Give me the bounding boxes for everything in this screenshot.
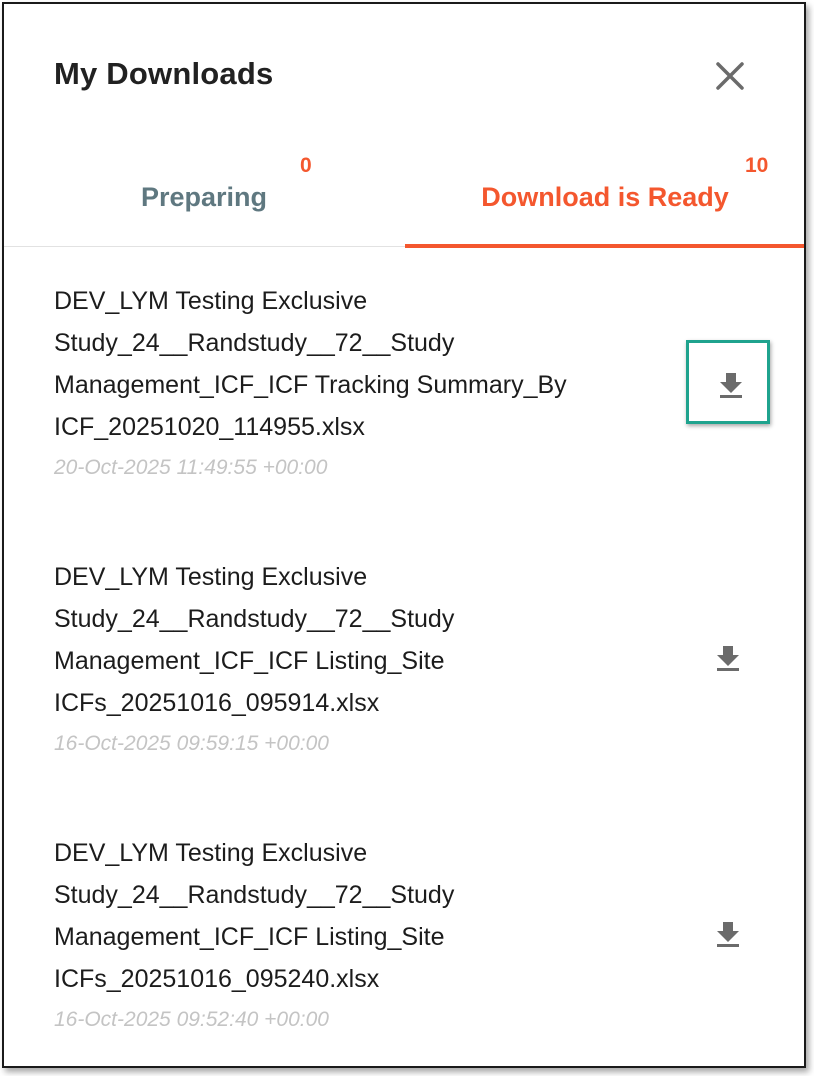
download-icon [717, 922, 739, 947]
tab-preparing-count: 0 [300, 154, 312, 177]
close-icon [716, 62, 744, 90]
download-file-name: DEV_LYM Testing Exclusive Study_24__Rand… [54, 287, 567, 441]
list-item: DEV_LYM Testing Exclusive Study_24__Rand… [4, 248, 804, 524]
tab-ready-count: 10 [745, 154, 769, 177]
downloads-panel: My Downloads 0 Preparing 10 Download is … [2, 2, 806, 1068]
download-icon [717, 646, 739, 671]
tab-download-ready[interactable]: 10 Download is Ready [405, 144, 804, 248]
tab-bar: 0 Preparing 10 Download is Ready [4, 144, 804, 248]
download-icon [720, 373, 742, 398]
download-timestamp: 16-Oct-2025 09:59:15 +00:00 [54, 732, 329, 755]
download-timestamp: 20-Oct-2025 11:49:55 +00:00 [54, 456, 328, 479]
download-timestamp: 16-Oct-2025 09:52:40 +00:00 [54, 1008, 329, 1031]
download-button[interactable] [686, 340, 770, 424]
tab-preparing-label: Preparing [140, 182, 268, 212]
tab-ready-label: Download is Ready [481, 182, 729, 212]
list-item: DEV_LYM Testing Exclusive Study_24__Rand… [4, 800, 804, 1066]
panel-title: My Downloads [54, 56, 274, 91]
download-file-name: DEV_LYM Testing Exclusive Study_24__Rand… [54, 563, 455, 717]
close-button[interactable] [710, 56, 750, 96]
list-item: DEV_LYM Testing Exclusive Study_24__Rand… [4, 524, 804, 800]
download-button[interactable] [686, 892, 770, 976]
tab-preparing[interactable]: 0 Preparing [4, 144, 404, 246]
download-file-name: DEV_LYM Testing Exclusive Study_24__Rand… [54, 839, 455, 993]
panel-header: My Downloads [4, 4, 804, 144]
download-button[interactable] [686, 616, 770, 700]
